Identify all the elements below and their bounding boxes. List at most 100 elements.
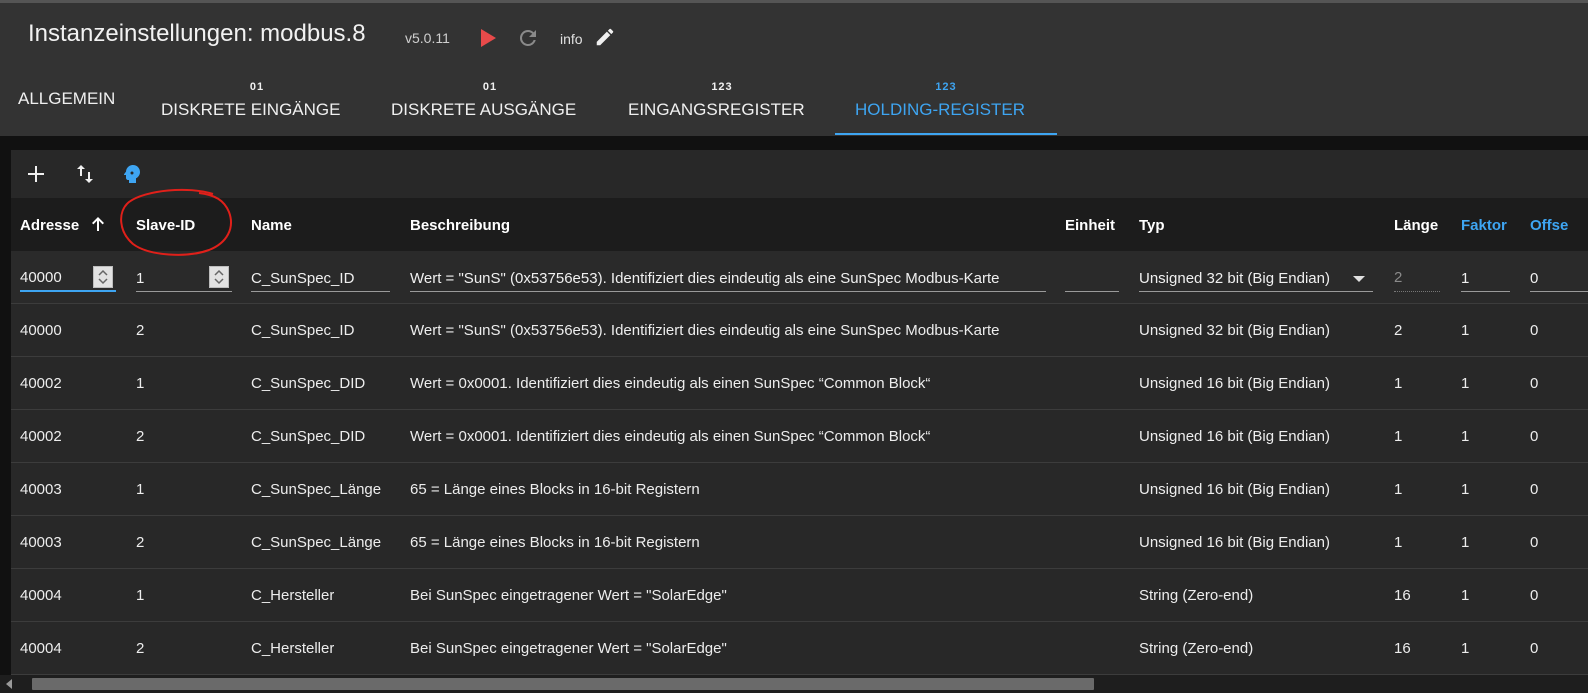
factor-cell: 1 [1461, 428, 1470, 445]
table-row[interactable]: 40002 1 C_SunSpec_DID Wert = 0x0001. Identi… [11, 357, 1588, 410]
registers-panel: Adresse Slave-ID Name Beschreibung Einhe… [11, 150, 1588, 693]
factor-cell: 1 [1461, 375, 1470, 392]
tab-diskrete-ausgaenge[interactable]: 01 DISKRETE AUSGÄNGE [391, 64, 589, 136]
slave-id-spinner[interactable] [209, 266, 229, 288]
name-cell: C_Hersteller [251, 640, 335, 657]
table-row[interactable]: 40003 2 C_SunSpec_Länge 65 = Länge eines Bl… [11, 516, 1588, 569]
title-bar: Instanzeinstellungen: modbus.8 v5.0.11 i… [0, 0, 1588, 64]
type-select[interactable] [1139, 265, 1373, 292]
import-export-icon[interactable] [73, 162, 97, 186]
table-toolbar [11, 150, 1588, 198]
slave-id-cell: 1 [136, 587, 145, 604]
binary-icon: 01 [249, 81, 265, 93]
type-cell: Unsigned 32 bit (Big Endian) [1139, 322, 1330, 339]
column-header-slave-id[interactable]: Slave-ID [136, 217, 195, 234]
name-cell: C_SunSpec_ID [251, 322, 355, 339]
table-row[interactable]: 40004 1 C_Hersteller Bei SunSpec eingetrage… [11, 569, 1588, 622]
address-cell: 40004 [20, 640, 62, 657]
arrow-up-icon[interactable] [90, 215, 106, 233]
column-header-name[interactable]: Name [251, 217, 292, 234]
horizontal-scrollbar[interactable] [0, 675, 1588, 693]
spinner-arrows-icon [214, 269, 224, 285]
address-spinner[interactable] [93, 266, 113, 288]
length-cell: 2 [1394, 322, 1403, 339]
pencil-icon[interactable] [594, 26, 616, 48]
numeric-icon: 123 [935, 81, 957, 93]
factor-cell: 1 [1461, 587, 1470, 604]
offset-input[interactable] [1530, 265, 1588, 292]
description-cell: Wert = 0x0001. Identifiziert dies eindeu… [410, 428, 931, 445]
tab-eingangsregister[interactable]: 123 EINGANGSREGISTER [628, 64, 816, 136]
offset-cell: 0 [1530, 322, 1539, 339]
tab-holding-register[interactable]: 123 HOLDING-REGISTER [855, 64, 1037, 136]
name-input[interactable] [251, 265, 390, 292]
name-cell: C_SunSpec_DID [251, 428, 366, 445]
slave-id-cell: 2 [136, 534, 145, 551]
chevron-down-icon [1353, 276, 1365, 282]
column-header-length[interactable]: Länge [1394, 217, 1438, 234]
address-cell: 40002 [20, 375, 62, 392]
offset-cell: 0 [1530, 428, 1539, 445]
spinner-arrows-icon [98, 269, 108, 285]
slave-id-cell: 2 [136, 428, 145, 445]
table-header: Adresse Slave-ID Name Beschreibung Einhe… [11, 198, 1588, 251]
tab-allgemein[interactable]: ALLGEMEIN [18, 64, 122, 136]
slave-id-cell: 2 [136, 640, 145, 657]
address-cell: 40000 [20, 322, 62, 339]
slave-id-cell: 1 [136, 481, 145, 498]
factor-cell: 1 [1461, 640, 1470, 657]
tab-bar: ALLGEMEIN 01 DISKRETE EINGÄNGE 01 DISKRE… [0, 64, 1588, 136]
play-icon[interactable] [479, 28, 497, 48]
factor-input[interactable] [1461, 265, 1510, 292]
column-header-offset[interactable]: Offse [1530, 217, 1568, 234]
table-row[interactable]: 40002 2 C_SunSpec_DID Wert = 0x0001. Identi… [11, 410, 1588, 463]
length-cell: 1 [1394, 534, 1403, 551]
offset-cell: 0 [1530, 481, 1539, 498]
info-link[interactable]: info [560, 31, 583, 47]
address-cell: 40002 [20, 428, 62, 445]
table-row-edit[interactable]: 2 [11, 251, 1588, 304]
offset-cell: 0 [1530, 587, 1539, 604]
type-cell: Unsigned 16 bit (Big Endian) [1139, 428, 1330, 445]
table-row[interactable]: 40003 1 C_SunSpec_Länge 65 = Länge eines Bl… [11, 463, 1588, 516]
column-header-unit[interactable]: Einheit [1065, 217, 1115, 234]
reload-icon[interactable] [516, 26, 540, 50]
description-cell: 65 = Länge eines Blocks in 16-bit Regist… [410, 481, 700, 498]
table-row[interactable]: 40000 2 C_SunSpec_ID Wert = "SunS" (0x53756… [11, 304, 1588, 357]
column-header-address[interactable]: Adresse [20, 217, 79, 234]
description-cell: Bei SunSpec eingetragener Wert = "SolarE… [410, 587, 727, 604]
offset-cell: 0 [1530, 640, 1539, 657]
length-underline [1394, 291, 1440, 292]
length-cell: 16 [1394, 587, 1411, 604]
factor-cell: 1 [1461, 534, 1470, 551]
column-header-type[interactable]: Typ [1139, 217, 1165, 234]
offset-cell: 0 [1530, 375, 1539, 392]
head-icon[interactable] [120, 162, 144, 186]
address-cell: 40003 [20, 534, 62, 551]
length-cell: 1 [1394, 375, 1403, 392]
column-header-description[interactable]: Beschreibung [410, 217, 510, 234]
tab-diskrete-eingaenge[interactable]: 01 DISKRETE EINGÄNGE [161, 64, 353, 136]
scrollbar-thumb[interactable] [32, 678, 1094, 690]
tab-label: HOLDING-REGISTER [855, 100, 1026, 119]
table-row[interactable]: 40004 2 C_Hersteller Bei SunSpec eingetrage… [11, 622, 1588, 675]
length-cell: 1 [1394, 428, 1403, 445]
plus-icon[interactable] [24, 162, 48, 186]
description-cell: 65 = Länge eines Blocks in 16-bit Regist… [410, 534, 700, 551]
type-cell: String (Zero-end) [1139, 640, 1254, 657]
type-cell: Unsigned 16 bit (Big Endian) [1139, 534, 1330, 551]
factor-cell: 1 [1461, 481, 1470, 498]
scroll-left-icon[interactable] [6, 679, 12, 689]
offset-cell: 0 [1530, 534, 1539, 551]
tab-label: ALLGEMEIN [18, 89, 116, 108]
slave-id-cell: 1 [136, 375, 145, 392]
unit-input[interactable] [1065, 265, 1119, 292]
name-cell: C_SunSpec_Länge [251, 534, 382, 551]
numeric-icon: 123 [711, 81, 733, 93]
version-label: v5.0.11 [405, 30, 450, 46]
name-cell: C_SunSpec_Länge [251, 481, 382, 498]
name-cell: C_SunSpec_DID [251, 375, 366, 392]
name-cell: C_Hersteller [251, 587, 335, 604]
description-input[interactable] [410, 265, 1046, 292]
column-header-factor[interactable]: Faktor [1461, 217, 1507, 234]
